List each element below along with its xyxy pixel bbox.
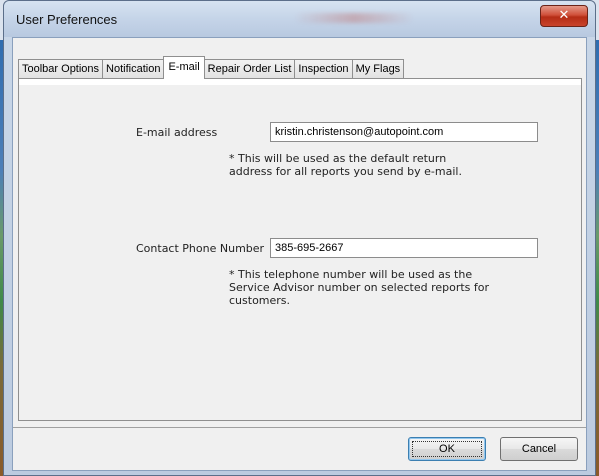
tab-notification[interactable]: Notification [102, 59, 165, 79]
title-bar[interactable]: User Preferences ✕ [4, 1, 595, 37]
panel-top-highlight [19, 79, 581, 85]
email-address-label: E-mail address [136, 126, 218, 139]
window-title: User Preferences [16, 12, 118, 27]
tab-inspection[interactable]: Inspection [294, 59, 353, 79]
button-separator [13, 427, 586, 428]
close-icon: ✕ [558, 8, 570, 23]
contact-phone-field[interactable]: 385-695-2667 [270, 238, 538, 258]
phone-note-line-2: Service Advisor number on selected repor… [229, 281, 490, 294]
cancel-button[interactable]: Cancel [500, 437, 578, 461]
phone-note: * This telephone number will be used as … [229, 268, 489, 307]
email-note-line-1: * This will be used as the default retur… [229, 152, 447, 165]
blurred-title-region [294, 13, 414, 23]
tab-repair-order-list[interactable]: Repair Order List [203, 59, 296, 79]
email-note-line-2: address for all reports you send by e-ma… [229, 165, 462, 178]
email-note: * This will be used as the default retur… [229, 152, 462, 178]
dialog-client-area: Toolbar Options Notification E-mail Repa… [12, 37, 587, 471]
ok-button[interactable]: OK [408, 437, 486, 461]
tab-toolbar-options[interactable]: Toolbar Options [18, 59, 104, 79]
user-preferences-window: User Preferences ✕ Toolbar Options Notif… [3, 0, 596, 476]
cancel-button-label: Cancel [521, 443, 557, 455]
e-mail-tab-panel: E-mail address kristin.christenson@autop… [18, 78, 582, 421]
email-address-field[interactable]: kristin.christenson@autopoint.com [270, 122, 538, 142]
phone-note-line-3: customers. [229, 294, 291, 307]
tab-e-mail[interactable]: E-mail [163, 56, 205, 79]
tab-my-flags[interactable]: My Flags [351, 59, 405, 79]
focus-rectangle [412, 441, 482, 457]
close-button[interactable]: ✕ [540, 5, 588, 27]
phone-note-line-1: * This telephone number will be used as … [229, 268, 473, 281]
contact-phone-label: Contact Phone Number [136, 242, 265, 255]
tab-strip: Toolbar Options Notification E-mail Repa… [18, 56, 405, 79]
